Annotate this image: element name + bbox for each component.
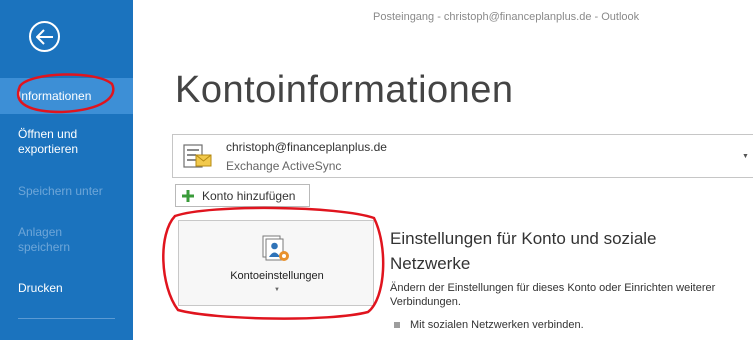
bullet-icon bbox=[394, 322, 400, 329]
account-type: Exchange ActiveSync bbox=[226, 159, 342, 173]
nav-item-speichern-unter[interactable]: Speichern unter bbox=[0, 184, 133, 199]
nav-item-oeffnen-exportieren[interactable]: Öffnen und exportieren bbox=[0, 127, 133, 157]
account-email: christoph@financeplanplus.de bbox=[226, 140, 387, 154]
back-button[interactable] bbox=[29, 21, 60, 52]
social-networks-link[interactable]: Mit sozialen Netzwerken verbinden. bbox=[394, 319, 584, 331]
section-heading: Einstellungen für Konto und soziale Netz… bbox=[390, 229, 657, 273]
account-settings-label: Kontoeinstellungen bbox=[230, 270, 324, 282]
section-description: Ändern der Einstellungen für dieses Kont… bbox=[390, 282, 716, 308]
nav-item-anlagen-speichern[interactable]: Anlagen speichern bbox=[0, 225, 80, 255]
window-title: Posteingang - christoph@financeplanplus.… bbox=[373, 11, 640, 23]
plus-icon bbox=[182, 190, 194, 202]
account-selector[interactable]: christoph@financeplanplus.de Exchange Ac… bbox=[172, 134, 753, 178]
nav-item-drucken[interactable]: Drucken bbox=[0, 281, 133, 296]
nav-item-informationen[interactable]: Informationen bbox=[0, 78, 133, 114]
account-settings-icon bbox=[262, 235, 289, 261]
add-account-button[interactable]: Konto hinzufügen bbox=[175, 184, 310, 207]
arrow-left-icon bbox=[36, 29, 53, 45]
page-title: Kontoinformationen bbox=[175, 69, 514, 111]
social-networks-label: Mit sozialen Netzwerken verbinden. bbox=[410, 319, 584, 331]
backstage-sidebar: Informationen Öffnen und exportieren Spe… bbox=[0, 0, 133, 340]
chevron-down-icon[interactable]: ▼ bbox=[742, 153, 749, 160]
add-account-label: Konto hinzufügen bbox=[202, 189, 296, 203]
exchange-account-icon bbox=[183, 144, 212, 168]
nav-divider bbox=[18, 318, 115, 319]
chevron-down-icon: ▼ bbox=[274, 287, 280, 293]
account-settings-button[interactable]: Kontoeinstellungen ▼ bbox=[178, 220, 374, 306]
